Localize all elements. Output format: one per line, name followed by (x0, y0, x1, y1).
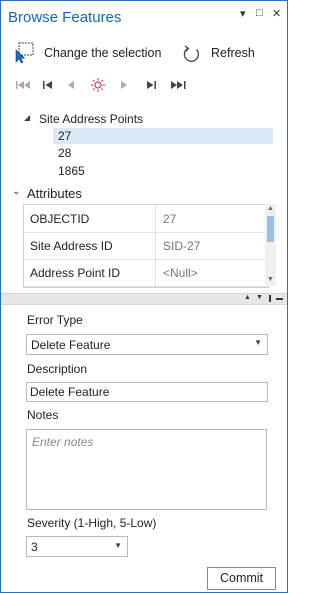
attributes-header[interactable]: Attributes (27, 186, 82, 201)
table-row[interactable]: OBJECTID 27 (24, 205, 266, 233)
tree-item[interactable]: 28 (58, 146, 71, 160)
tree-item-selected-highlight (53, 128, 273, 144)
change-selection-label[interactable]: Change the selection (44, 46, 161, 60)
refresh-button[interactable] (181, 43, 203, 65)
close-icon[interactable]: ✕ (272, 7, 281, 20)
splitter-collapse-icon[interactable] (276, 298, 283, 300)
splitter-up-icon[interactable]: ▲ (244, 294, 251, 301)
next-button[interactable] (115, 77, 133, 93)
restore-icon[interactable]: □ (256, 7, 263, 19)
severity-select[interactable]: 3 ▼ (26, 536, 128, 557)
error-type-select[interactable]: Delete Feature ▼ (26, 334, 268, 355)
commit-button[interactable]: Commit (207, 567, 276, 590)
tree-layer-name[interactable]: Site Address Points (39, 112, 143, 126)
error-type-value: Delete Feature (31, 338, 111, 352)
tree-item[interactable]: 1865 (58, 164, 85, 178)
attributes-collapse-icon[interactable]: ⌄ (12, 186, 20, 197)
last-group-button[interactable] (169, 77, 187, 93)
flash-button[interactable] (89, 77, 107, 93)
tree-expand-icon[interactable]: ◢ (24, 113, 30, 122)
last-icon (147, 81, 156, 89)
first-icon (43, 81, 52, 89)
attributes-scrollbar[interactable]: ▲ ▼ (265, 204, 276, 286)
column-divider (155, 232, 156, 259)
description-value: Delete Feature (30, 385, 110, 399)
tree-item[interactable]: 27 (58, 129, 71, 143)
severity-value: 3 (31, 540, 38, 554)
pane-splitter[interactable]: ▲ ▼ (1, 293, 287, 305)
field-name: Site Address ID (30, 239, 113, 253)
flash-icon (91, 78, 105, 92)
severity-label: Severity (1-High, 5-Low) (27, 516, 157, 530)
select-arrow-icon (15, 42, 34, 64)
attributes-table: OBJECTID 27 Site Address ID SID-27 Addre… (23, 204, 269, 288)
field-value: <Null> (163, 266, 198, 280)
next-icon (121, 81, 127, 89)
first-group-button[interactable] (14, 77, 32, 93)
pane-menu-icon[interactable]: ▾ (240, 7, 246, 20)
field-value: SID-27 (163, 239, 201, 253)
refresh-icon (183, 45, 199, 62)
last-button[interactable] (142, 77, 160, 93)
field-value: 27 (163, 212, 177, 226)
column-divider (155, 205, 156, 232)
description-label: Description (27, 362, 88, 376)
change-selection-button[interactable] (13, 41, 39, 65)
notes-textarea[interactable]: Enter notes (26, 429, 267, 510)
field-name: OBJECTID (30, 212, 90, 226)
scroll-down-icon[interactable]: ▼ (267, 276, 274, 283)
chevron-down-icon: ▼ (114, 541, 122, 550)
error-type-label: Error Type (27, 313, 83, 327)
splitter-down-icon[interactable]: ▼ (256, 294, 263, 301)
table-row[interactable]: Address Point ID <Null> (24, 259, 266, 287)
first-button[interactable] (39, 77, 57, 93)
last-group-icon (171, 81, 186, 89)
splitter-grip-icon[interactable] (269, 295, 271, 302)
field-name: Address Point ID (30, 266, 121, 280)
previous-button[interactable] (62, 77, 80, 93)
description-input[interactable]: Delete Feature (26, 382, 268, 402)
scrollbar-thumb[interactable] (267, 216, 274, 242)
scroll-up-icon[interactable]: ▲ (267, 205, 274, 212)
first-group-icon (16, 81, 30, 89)
pane-title: Browse Features (8, 9, 122, 26)
previous-icon (68, 81, 74, 89)
column-divider (155, 259, 156, 286)
browse-features-pane: Browse Features ▾ □ ✕ Change the selecti… (0, 0, 288, 593)
notes-label: Notes (27, 408, 59, 422)
table-row[interactable]: Site Address ID SID-27 (24, 232, 266, 260)
refresh-label[interactable]: Refresh (211, 46, 255, 60)
chevron-down-icon: ▼ (254, 338, 262, 347)
notes-placeholder: Enter notes (32, 435, 94, 449)
